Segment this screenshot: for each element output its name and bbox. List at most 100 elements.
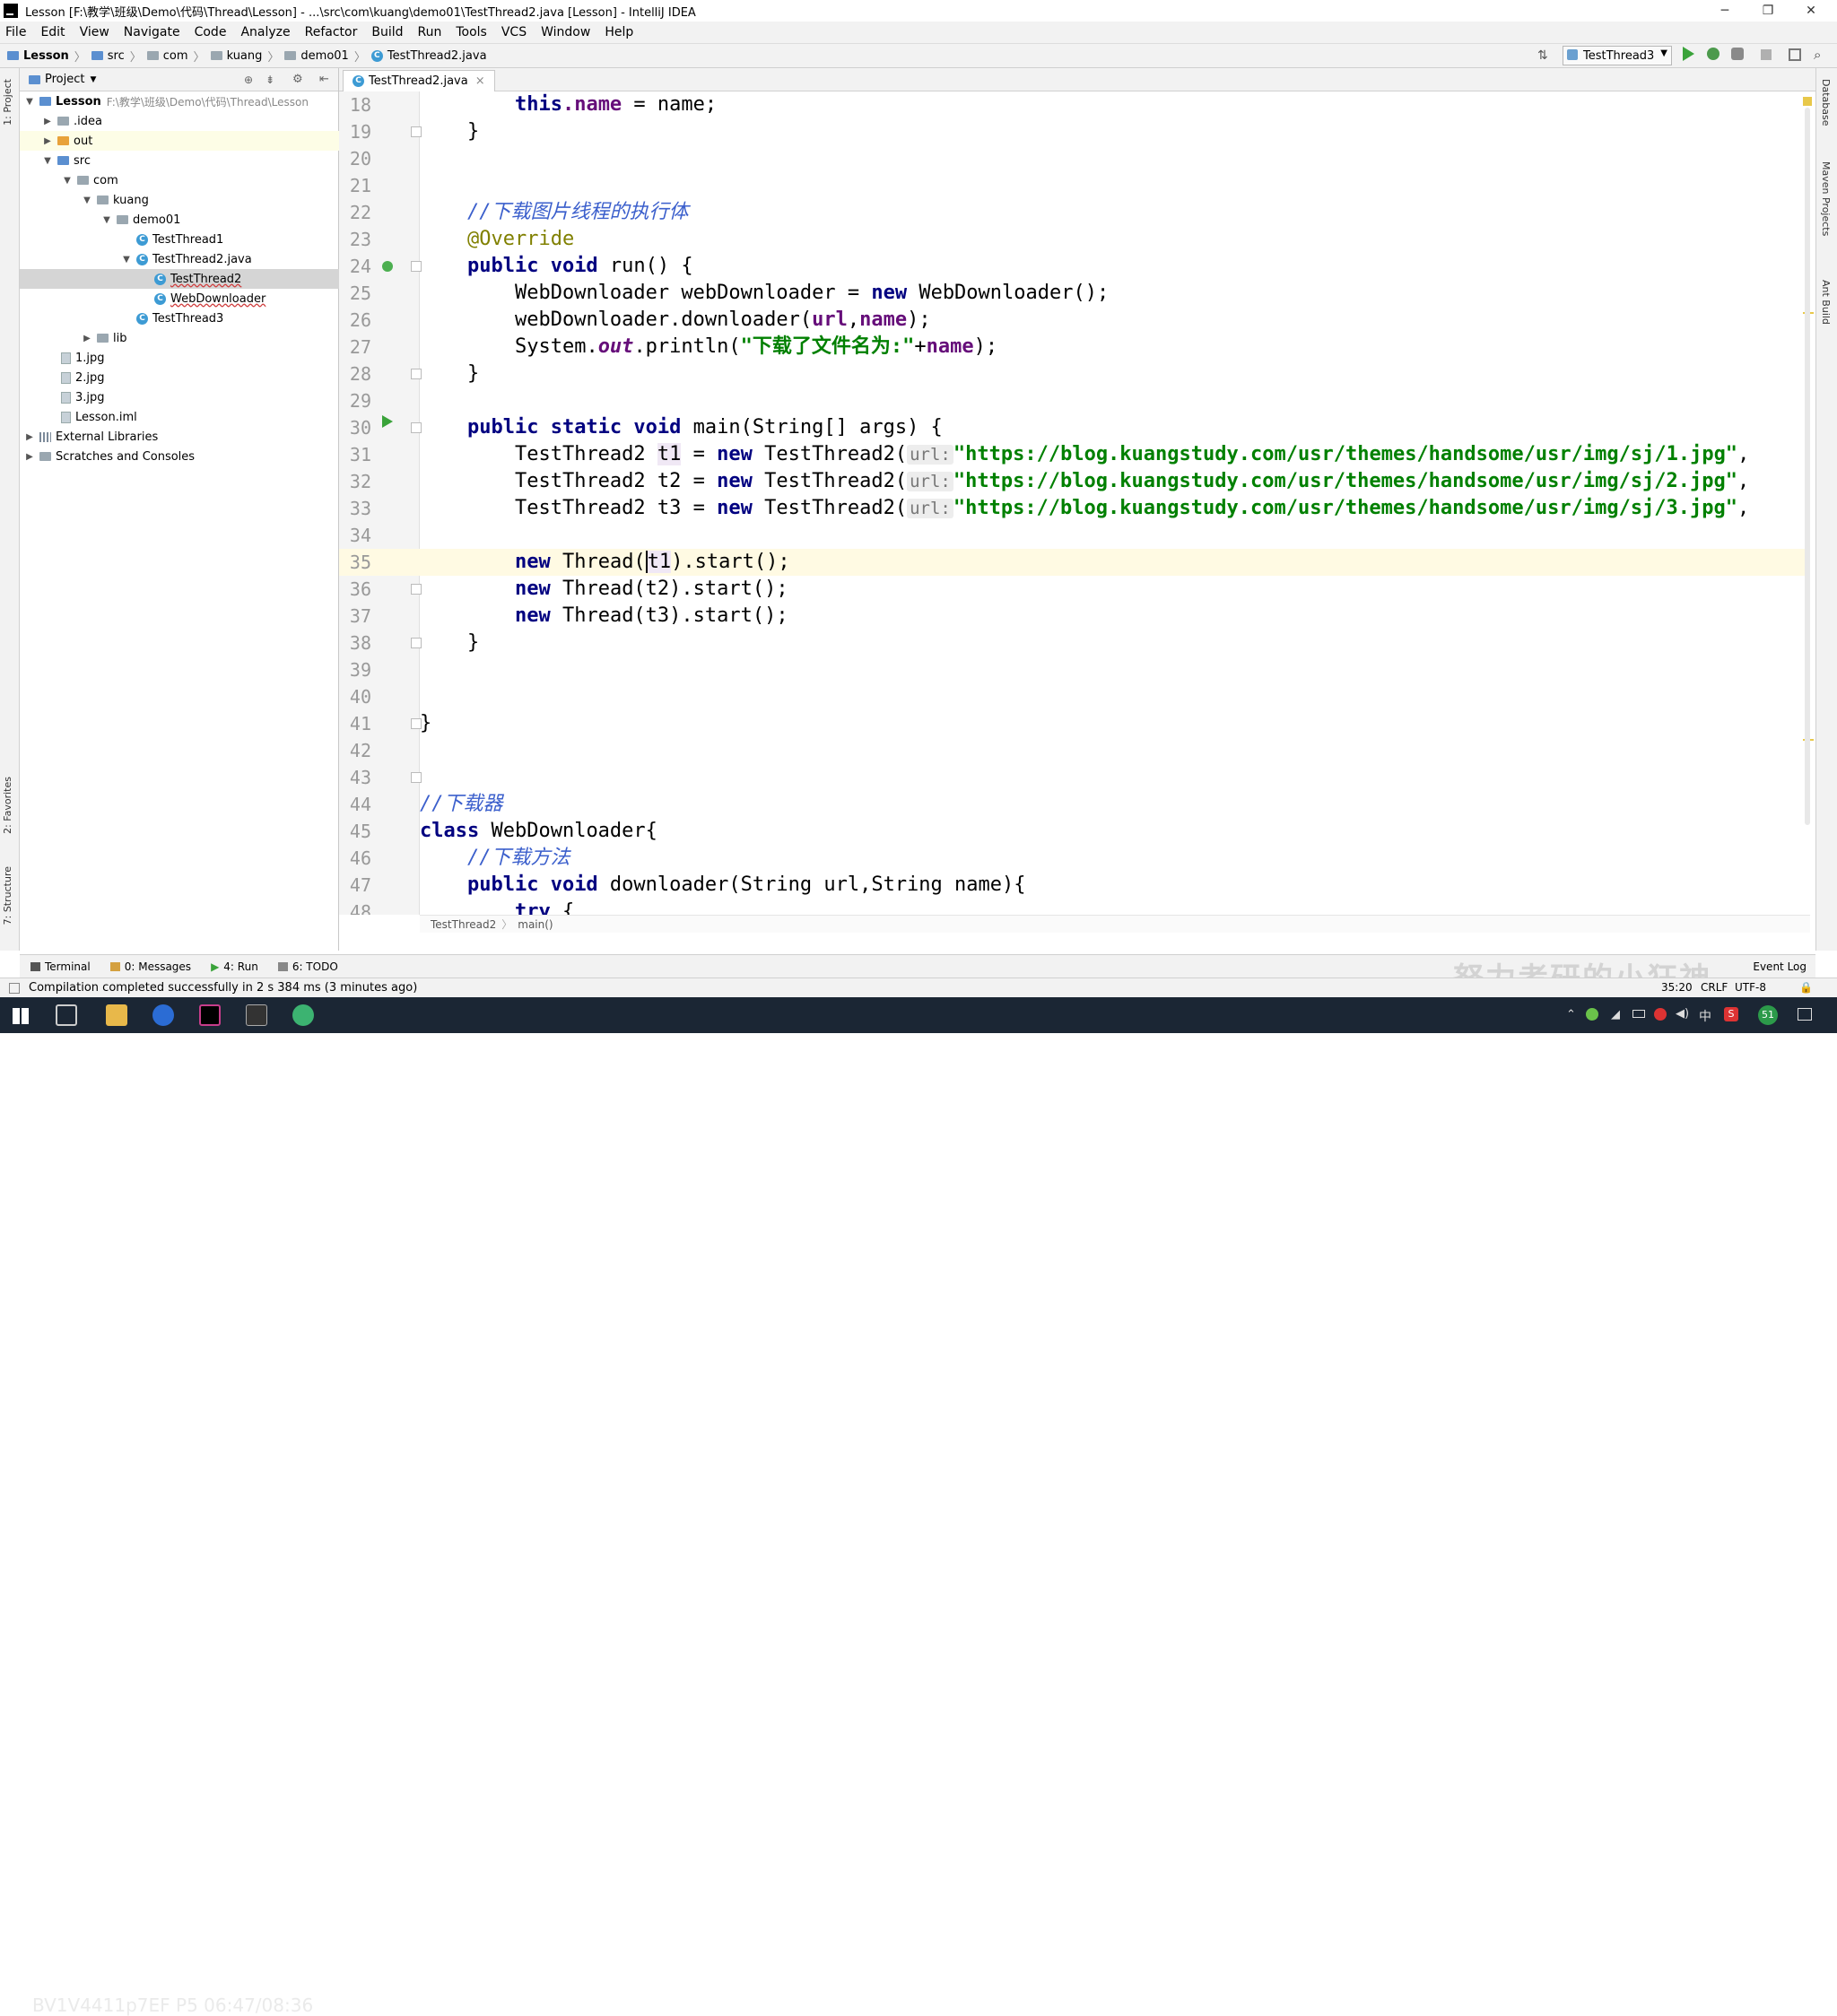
tree-item-testthread2-java[interactable]: ▼ C TestThread2.java xyxy=(20,249,339,269)
tree-item-src[interactable]: ▼ src xyxy=(20,151,339,170)
tab-structure[interactable]: 7: Structure xyxy=(2,866,13,925)
tab-maven[interactable]: Maven Projects xyxy=(1820,161,1832,236)
menu-refactor[interactable]: Refactor xyxy=(305,25,358,39)
maximize-button[interactable]: ❐ xyxy=(1747,0,1789,22)
debug-icon[interactable] xyxy=(1707,48,1719,60)
menu-run[interactable]: Run xyxy=(418,25,442,39)
crumb-class[interactable]: TestThread2 xyxy=(431,918,496,931)
menu-tools[interactable]: Tools xyxy=(456,25,487,39)
tree-item-lib[interactable]: ▶ lib xyxy=(20,328,339,348)
chevron-down-icon[interactable]: ▼ xyxy=(120,255,133,265)
tab-terminal[interactable]: Terminal xyxy=(30,960,91,973)
chevron-down-icon[interactable]: ▼ xyxy=(81,196,93,205)
tree-item-demo01[interactable]: ▼ demo01 xyxy=(20,210,339,230)
chevron-right-icon[interactable]: ▶ xyxy=(81,334,93,343)
breadcrumb-file[interactable]: C TestThread2.java xyxy=(370,49,487,63)
tree-item-testthread2[interactable]: C TestThread2 xyxy=(20,269,339,289)
tree-item-3jpg[interactable]: 3.jpg xyxy=(20,387,339,407)
chevron-right-icon[interactable]: ▶ xyxy=(41,136,54,146)
app-icon[interactable] xyxy=(246,1004,267,1026)
analysis-status-icon[interactable] xyxy=(1803,97,1812,106)
breadcrumb-com[interactable]: com 〉 xyxy=(146,48,205,65)
tree-item-scratches[interactable]: ▶ Scratches and Consoles xyxy=(20,447,339,466)
tab-project[interactable]: 1: Project xyxy=(2,79,13,126)
menu-build[interactable]: Build xyxy=(371,25,403,39)
project-view-select[interactable]: Project xyxy=(45,73,84,86)
record-icon[interactable] xyxy=(1654,1008,1667,1021)
menu-vcs[interactable]: VCS xyxy=(501,25,527,39)
battery-icon[interactable] xyxy=(1632,1010,1645,1018)
coverage-icon[interactable] xyxy=(1731,48,1744,60)
override-gutter-icon[interactable] xyxy=(382,261,393,272)
tab-messages[interactable]: 0: Messages xyxy=(109,960,191,973)
hide-icon[interactable]: ⇤ xyxy=(319,73,329,86)
line-separator[interactable]: CRLF xyxy=(1701,981,1728,994)
menu-code[interactable]: Code xyxy=(195,25,227,39)
tab-testthread2-java[interactable]: C TestThread2.java × xyxy=(343,70,495,91)
tree-item-testthread3[interactable]: C TestThread3 xyxy=(20,308,339,328)
sort-icon[interactable]: ⇅ xyxy=(1537,48,1548,63)
minimize-button[interactable]: ─ xyxy=(1704,0,1746,22)
project-structure-icon[interactable] xyxy=(1789,48,1801,61)
menu-analyze[interactable]: Analyze xyxy=(240,25,290,39)
tree-item-2jpg[interactable]: 2.jpg xyxy=(20,368,339,387)
gear-icon[interactable]: ⚙ xyxy=(292,73,303,86)
locate-icon[interactable]: ⊕ xyxy=(244,74,253,86)
tree-item-external-libraries[interactable]: ▶ External Libraries xyxy=(20,427,339,447)
run-icon[interactable] xyxy=(1683,47,1694,61)
tree-item-kuang[interactable]: ▼ kuang xyxy=(20,190,339,210)
file-explorer-icon[interactable] xyxy=(106,1004,127,1026)
menu-file[interactable]: File xyxy=(5,25,26,39)
tree-item-lesson[interactable]: ▼ Lesson F:\教学\班级\Demo\代码\Thread\Lesson xyxy=(20,91,339,111)
intellij-taskbar-icon[interactable] xyxy=(199,1004,221,1026)
ime-indicator[interactable]: 中 xyxy=(1699,1007,1711,1025)
browser-icon[interactable] xyxy=(152,1004,174,1026)
search-icon[interactable]: ⌕ xyxy=(1814,47,1821,63)
task-view-icon[interactable] xyxy=(56,1004,77,1026)
menu-help[interactable]: Help xyxy=(605,25,633,39)
run-gutter-icon[interactable] xyxy=(382,415,393,428)
file-encoding[interactable]: UTF-8 xyxy=(1735,981,1766,994)
menu-navigate[interactable]: Navigate xyxy=(124,25,180,39)
tree-item-webdownloader[interactable]: C WebDownloader xyxy=(20,289,339,308)
close-tab-icon[interactable]: × xyxy=(475,74,485,88)
chevron-down-icon[interactable]: ▼ xyxy=(90,75,96,84)
sogou-icon[interactable]: S xyxy=(1724,1007,1738,1021)
tree-item-idea[interactable]: ▶ .idea xyxy=(20,111,339,131)
chevron-down-icon[interactable]: ▼ xyxy=(41,156,54,166)
network-icon[interactable]: ◢ xyxy=(1611,1008,1620,1021)
menu-view[interactable]: View xyxy=(80,25,109,39)
breadcrumb-src[interactable]: src 〉 xyxy=(91,48,142,65)
stop-icon[interactable] xyxy=(1761,49,1772,60)
chevron-right-icon[interactable]: ▶ xyxy=(23,452,36,462)
volume-icon[interactable]: ◀) xyxy=(1676,1007,1689,1021)
breadcrumb-lesson[interactable]: Lesson 〉 xyxy=(7,48,86,65)
chevron-right-icon[interactable]: ▶ xyxy=(23,432,36,442)
chevron-down-icon[interactable]: ▼ xyxy=(23,97,36,107)
tree-item-1jpg[interactable]: 1.jpg xyxy=(20,348,339,368)
tree-item-com[interactable]: ▼ com xyxy=(20,170,339,190)
tab-run[interactable]: ▶ 4: Run xyxy=(211,960,258,973)
security-badge[interactable]: 51 xyxy=(1758,1005,1778,1025)
tab-favorites[interactable]: 2: Favorites xyxy=(2,777,13,834)
tray-icon[interactable] xyxy=(1586,1008,1598,1021)
tab-database[interactable]: Database xyxy=(1820,79,1832,126)
tree-item-testthread1[interactable]: C TestThread1 xyxy=(20,230,339,249)
chevron-down-icon[interactable]: ▼ xyxy=(61,176,74,186)
event-log-button[interactable]: Event Log xyxy=(1753,960,1807,973)
crumb-method[interactable]: main() xyxy=(518,918,553,931)
breadcrumb-kuang[interactable]: kuang 〉 xyxy=(210,48,279,65)
breadcrumb-demo01[interactable]: demo01 〉 xyxy=(284,48,366,65)
close-button[interactable]: ✕ xyxy=(1790,0,1832,22)
code-area[interactable]: this.name = name; } //下载图片线程的执行体 @Overri… xyxy=(420,91,1810,915)
run-config-select[interactable]: TestThread3 ▼ xyxy=(1563,46,1672,65)
tree-item-out[interactable]: ▶ out xyxy=(20,131,339,151)
notification-icon[interactable] xyxy=(1798,1008,1812,1021)
menu-edit[interactable]: Edit xyxy=(40,25,65,39)
tab-todo[interactable]: 6: TODO xyxy=(277,960,338,973)
vertical-scrollbar[interactable] xyxy=(1805,108,1810,825)
caret-position[interactable]: 35:20 xyxy=(1661,981,1693,994)
status-toggle-icon[interactable] xyxy=(9,983,20,994)
chevron-right-icon[interactable]: ▶ xyxy=(41,117,54,126)
chevron-down-icon[interactable]: ▼ xyxy=(100,215,113,225)
